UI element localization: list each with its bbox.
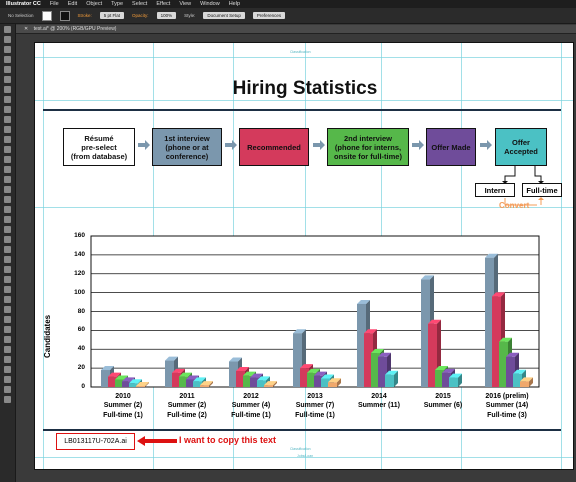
file-name-box[interactable]: LB013117U-702A.ai [56,433,135,450]
bar [264,385,273,387]
tool-icon[interactable] [4,126,11,133]
tool-icon[interactable] [4,396,11,403]
tool-icon[interactable] [4,66,11,73]
bar [449,377,458,387]
tool-icon[interactable] [4,306,11,313]
tool-icon[interactable] [4,46,11,53]
tool-icon[interactable] [4,246,11,253]
tool-icon[interactable] [4,236,11,243]
stroke-swatch[interactable] [59,10,70,21]
menu-item-type[interactable]: Type [111,0,123,8]
menu-item-window[interactable]: Window [200,0,220,8]
tool-icon[interactable] [4,386,11,393]
tool-icon[interactable] [4,196,11,203]
tool-icon[interactable] [4,356,11,363]
x-tick-label: 2012 Summer (4) Full-time (1) [231,393,271,419]
tool-icon[interactable] [4,136,11,143]
tool-icon[interactable] [4,186,11,193]
tool-icon[interactable] [4,106,11,113]
tool-icon[interactable] [4,366,11,373]
opacity-field[interactable]: 100% [156,12,177,19]
tool-icon[interactable] [4,206,11,213]
x-tick-label: 2016 (prelim) Summer (14) Full-time (3) [485,393,529,419]
menu-item-effect[interactable]: Effect [156,0,170,8]
menu-item-illustrator-cc[interactable]: Illustrator CC [6,0,41,8]
tool-icon[interactable] [4,266,11,273]
selection-status: No Selection [8,13,34,18]
x-tick-label: 2014 Summer (11) [357,393,401,410]
x-tick-label: 2010 Summer (2) Full-time (1) [103,393,143,419]
tool-icon[interactable] [4,376,11,383]
tool-icon[interactable] [4,336,11,343]
x-tick-label: 2013 Summer (7) Full-time (1) [295,393,335,419]
annotation-text: I want to copy this text [179,435,277,445]
tool-icon[interactable] [4,56,11,63]
bar [200,385,209,387]
tool-icon[interactable] [4,346,11,353]
x-tick-label: 2011 Summer (2) Full-time (2) [167,393,207,419]
tool-icon[interactable] [4,76,11,83]
tools-panel [0,24,16,482]
tool-icon[interactable] [4,176,11,183]
tool-icon[interactable] [4,316,11,323]
close-icon[interactable]: ✕ [24,26,28,32]
opacity-label[interactable]: Opacity: [132,13,149,18]
tool-icon[interactable] [4,216,11,223]
tool-icon[interactable] [4,166,11,173]
bar [328,382,337,387]
tool-icon[interactable] [4,226,11,233]
tool-icon[interactable] [4,286,11,293]
menu-item-object[interactable]: Object [86,0,102,8]
menu-item-view[interactable]: View [179,0,191,8]
footer-small-label: Jobs/Loan [297,454,314,458]
tool-icon[interactable] [4,326,11,333]
tool-icon[interactable] [4,36,11,43]
classification-bottom: Classification [290,447,311,451]
x-tick-label: 2015 Summer (6) [423,393,463,410]
stroke-field[interactable]: 5 pt Flat [99,12,125,19]
control-bar: No Selection Stroke: 5 pt Flat Opacity: … [0,8,576,24]
tool-icon[interactable] [4,146,11,153]
menu-item-help[interactable]: Help [229,0,240,8]
bar-chart [90,235,540,388]
bar [385,374,394,387]
tool-icon[interactable] [4,256,11,263]
tool-icon[interactable] [4,296,11,303]
tool-icon[interactable] [4,86,11,93]
tool-icon[interactable] [4,96,11,103]
artboard: Classification Classification Jobs/Loan … [34,42,574,470]
tool-icon[interactable] [4,116,11,123]
document-setup-button[interactable]: Document Setup [203,12,245,19]
red-arrow-icon [137,436,177,446]
fill-swatch[interactable] [41,10,52,21]
stroke-label[interactable]: Stroke: [78,13,92,18]
document-tab[interactable]: ✕ test.ai* @ 200% (RGB/GPU Preview) [16,25,576,34]
divider-bottom [43,429,561,431]
menu-bar: Illustrator CC File Edit Object Type Select Ef… [0,0,576,8]
menu-item-select[interactable]: Select [132,0,147,8]
tool-icon[interactable] [4,26,11,33]
preferences-button[interactable]: Preferences [252,12,286,19]
menu-item-edit[interactable]: Edit [68,0,77,8]
bar [520,381,529,387]
document-tab-title: test.ai* @ 200% (RGB/GPU Preview) [33,26,117,32]
tool-icon[interactable] [4,156,11,163]
bar [136,386,145,387]
tool-icon[interactable] [4,276,11,283]
menu-item-file[interactable]: File [50,0,59,8]
style-label[interactable]: Style: [184,13,195,18]
